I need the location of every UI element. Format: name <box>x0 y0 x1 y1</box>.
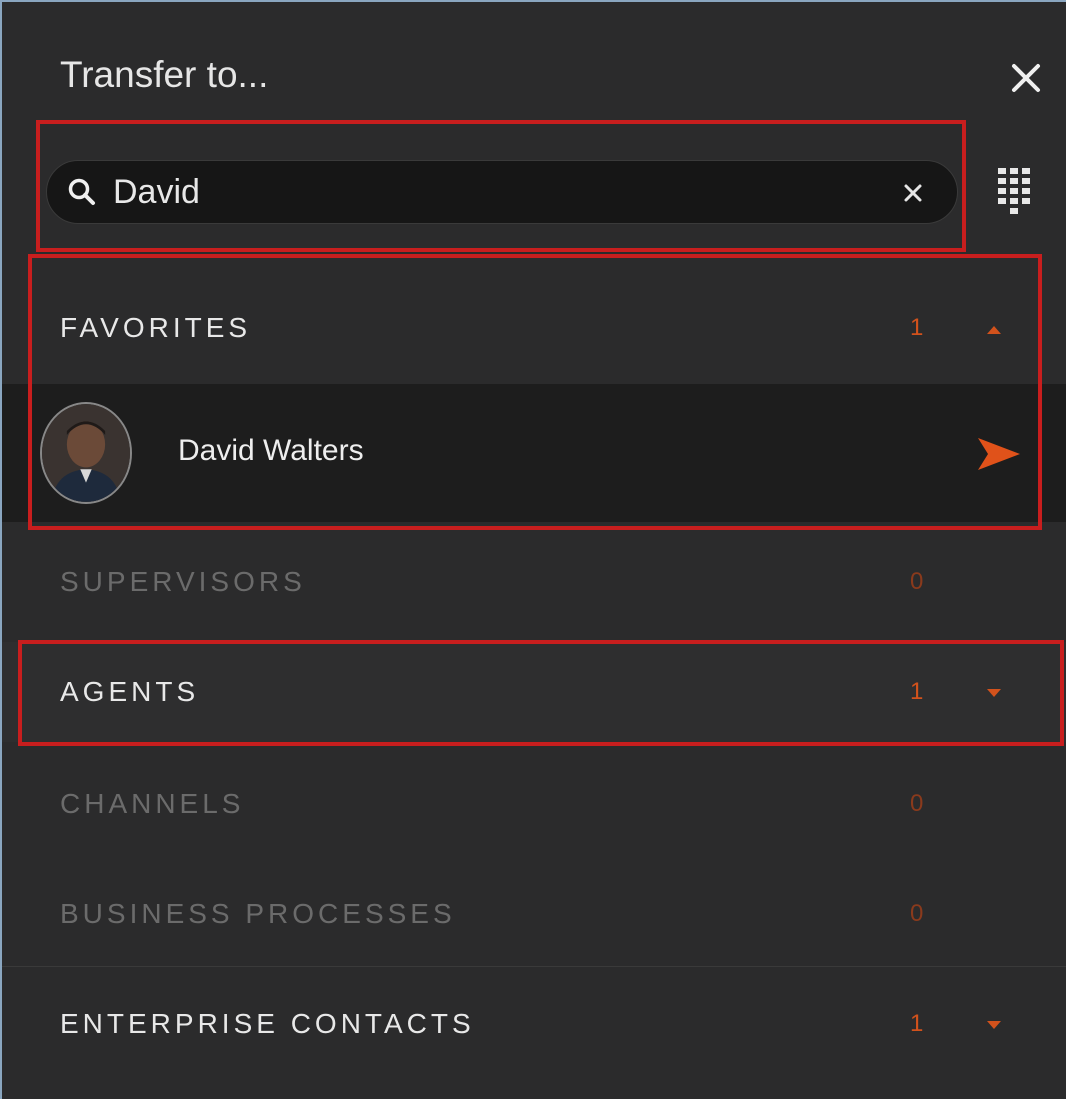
section-count: 1 <box>910 678 924 705</box>
favorite-contact-row[interactable]: David Walters <box>2 384 1066 522</box>
avatar <box>40 402 132 504</box>
send-transfer-icon[interactable] <box>976 434 1022 474</box>
chevron-down-icon[interactable] <box>984 1018 1004 1032</box>
section-favorites[interactable]: FAVORITES 1 <box>2 264 1066 384</box>
person-avatar-icon <box>42 404 130 502</box>
close-button[interactable] <box>1006 58 1046 98</box>
section-enterprise-contacts[interactable]: ENTERPRISE CONTACTS 1 <box>2 968 1066 1088</box>
search-icon <box>68 178 95 205</box>
section-divider <box>2 966 1066 967</box>
contact-name: David Walters <box>178 434 364 467</box>
section-count: 0 <box>910 900 924 927</box>
panel-title: Transfer to... <box>60 54 269 95</box>
section-label: ENTERPRISE CONTACTS <box>60 1008 475 1039</box>
section-channels: CHANNELS 0 <box>2 746 1066 858</box>
section-count: 0 <box>910 568 924 595</box>
chevron-up-icon[interactable] <box>984 322 1004 336</box>
transfer-panel: Transfer to... FAVORITES 1 <box>0 0 1066 1099</box>
section-label: FAVORITES <box>60 312 252 343</box>
section-supervisors: SUPERVISORS 0 <box>2 524 1066 636</box>
section-label: BUSINESS PROCESSES <box>60 898 456 929</box>
clear-search-icon[interactable] <box>899 179 927 207</box>
section-count: 0 <box>910 790 924 817</box>
dialpad-icon[interactable] <box>994 164 1034 220</box>
search-box <box>46 160 958 224</box>
section-label: AGENTS <box>60 676 200 707</box>
search-input[interactable] <box>113 169 873 215</box>
section-label: SUPERVISORS <box>60 566 306 597</box>
section-business-processes: BUSINESS PROCESSES 0 <box>2 858 1066 968</box>
section-count: 1 <box>910 314 924 341</box>
section-agents[interactable]: AGENTS 1 <box>2 642 1066 742</box>
chevron-down-icon[interactable] <box>984 686 1004 700</box>
section-label: CHANNELS <box>60 788 245 819</box>
section-count: 1 <box>910 1010 924 1037</box>
close-icon <box>1012 64 1040 92</box>
